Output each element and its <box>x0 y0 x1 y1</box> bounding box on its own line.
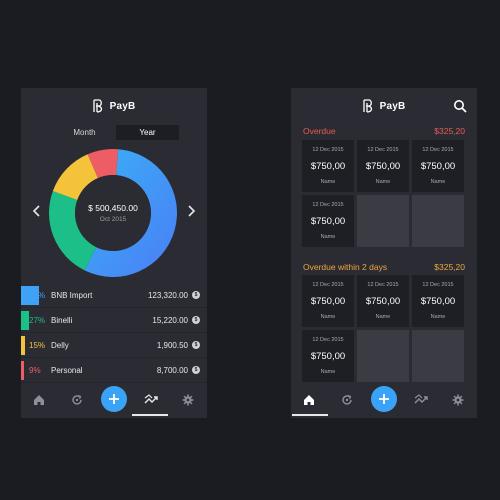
period-toggle: Month Year <box>53 125 179 140</box>
add-button[interactable] <box>371 386 397 412</box>
category-row[interactable]: 15% Delly 1,900.50 $ <box>21 333 207 358</box>
tile-amount: $750,00 <box>420 296 456 307</box>
tile-amount: $750,00 <box>365 296 401 307</box>
bottom-nav <box>21 382 207 418</box>
category-amount: 8,700.00 <box>156 365 188 375</box>
overdue-soon-header: Overdue within 2 days $325,20 <box>303 262 465 272</box>
tile-name: Name <box>320 179 336 185</box>
category-amount: 1,900.50 <box>156 340 188 350</box>
coin-icon: $ <box>192 316 200 324</box>
payment-tile[interactable]: 12 Dec 2015 $750,00 Name <box>302 140 354 192</box>
tile-amount: $750,00 <box>310 351 346 362</box>
category-amount: 15,220.00 <box>152 315 188 325</box>
payb-logo-icon <box>92 99 102 113</box>
total-amount: $ 500,450.00 <box>88 203 138 213</box>
overdue-tiles: 12 Dec 2015 $750,00 Name 12 Dec 2015 $75… <box>302 140 464 247</box>
settings-icon[interactable] <box>178 390 198 410</box>
home-icon[interactable] <box>29 390 49 410</box>
section-title: Overdue within 2 days <box>303 262 388 272</box>
payment-tile[interactable]: 12 Dec 2015 $750,00 Name <box>302 275 354 327</box>
brand-header: PayB <box>291 98 477 114</box>
tile-date: 12 Dec 2015 <box>312 337 344 343</box>
category-amount: 123,320.00 <box>147 290 188 300</box>
category-percent: 27% <box>29 315 46 325</box>
category-list: 65% BNB Import 123,320.00 $ 27% Binelli … <box>21 283 207 383</box>
category-row[interactable]: 9% Personal 8,700.00 $ <box>21 358 207 383</box>
category-name: Delly <box>51 340 69 350</box>
brand-header: PayB <box>21 98 207 114</box>
payment-tile[interactable]: 12 Dec 2015 $750,00 Name <box>302 195 354 247</box>
empty-tile <box>412 195 464 247</box>
payment-tile[interactable]: 12 Dec 2015 $750,00 Name <box>302 330 354 382</box>
payment-tile[interactable]: 12 Dec 2015 $750,00 Name <box>412 275 464 327</box>
chevron-right-icon[interactable] <box>185 204 197 218</box>
home-icon[interactable] <box>299 390 319 410</box>
active-tab-indicator <box>292 414 328 416</box>
tile-date: 12 Dec 2015 <box>367 282 399 288</box>
section-total: $325,20 <box>434 126 465 136</box>
tile-name: Name <box>375 314 391 320</box>
tile-name: Name <box>375 179 391 185</box>
donut-center: $ 500,450.00 Oct 2015 <box>48 148 178 278</box>
tile-date: 12 Dec 2015 <box>312 282 344 288</box>
period-month-tab[interactable]: Month <box>53 125 116 140</box>
active-tab-indicator <box>132 414 168 416</box>
payb-logo-icon <box>362 99 372 113</box>
tile-date: 12 Dec 2015 <box>422 147 454 153</box>
overdue-header: Overdue $325,20 <box>303 126 465 136</box>
section-total: $325,20 <box>434 262 465 272</box>
add-button[interactable] <box>101 386 127 412</box>
category-name: Binelli <box>51 315 73 325</box>
category-row[interactable]: 27% Binelli 15,220.00 $ <box>21 308 207 333</box>
section-title: Overdue <box>303 126 336 136</box>
payments-screen: PayB Overdue $325,20 12 Dec 2015 $750,00… <box>291 88 477 418</box>
category-percent: 9% <box>29 365 41 375</box>
refresh-icon[interactable] <box>337 390 357 410</box>
settings-icon[interactable] <box>448 390 468 410</box>
add-icon <box>109 394 119 404</box>
empty-tile <box>357 330 409 382</box>
payment-tile[interactable]: 12 Dec 2015 $750,00 Name <box>357 275 409 327</box>
tile-date: 12 Dec 2015 <box>367 147 399 153</box>
chart-icon[interactable] <box>141 390 161 410</box>
chart-icon[interactable] <box>411 390 431 410</box>
brand-name: PayB <box>109 100 136 112</box>
donut-chart: $ 500,450.00 Oct 2015 <box>48 148 178 278</box>
total-date: Oct 2015 <box>99 216 127 223</box>
tile-date: 12 Dec 2015 <box>422 282 454 288</box>
tile-amount: $750,00 <box>310 161 346 172</box>
coin-icon: $ <box>192 291 200 299</box>
empty-tile <box>357 195 409 247</box>
tile-amount: $750,00 <box>365 161 401 172</box>
tile-name: Name <box>320 369 336 375</box>
tile-date: 12 Dec 2015 <box>312 147 344 153</box>
category-name: Personal <box>51 365 83 375</box>
empty-tile <box>412 330 464 382</box>
tile-date: 12 Dec 2015 <box>312 202 344 208</box>
tile-name: Name <box>320 314 336 320</box>
tile-name: Name <box>430 179 446 185</box>
dashboard-screen: PayB Month Year $ 500,450.00 Oct 2015 65… <box>21 88 207 418</box>
tile-amount: $750,00 <box>310 296 346 307</box>
tile-amount: $750,00 <box>420 161 456 172</box>
category-name: BNB Import <box>51 290 93 300</box>
refresh-icon[interactable] <box>67 390 87 410</box>
search-icon[interactable] <box>453 99 467 113</box>
category-percent: 65% <box>29 290 46 300</box>
coin-icon: $ <box>192 341 200 349</box>
category-row[interactable]: 65% BNB Import 123,320.00 $ <box>21 283 207 308</box>
coin-icon: $ <box>192 366 200 374</box>
period-year-tab[interactable]: Year <box>116 125 179 140</box>
chevron-left-icon[interactable] <box>31 204 43 218</box>
bottom-nav <box>291 382 477 418</box>
brand-name: PayB <box>379 100 406 112</box>
category-percent: 15% <box>29 340 46 350</box>
payment-tile[interactable]: 12 Dec 2015 $750,00 Name <box>357 140 409 192</box>
add-icon <box>379 394 389 404</box>
payment-tile[interactable]: 12 Dec 2015 $750,00 Name <box>412 140 464 192</box>
tile-name: Name <box>430 314 446 320</box>
tile-name: Name <box>320 234 336 240</box>
overdue-soon-tiles: 12 Dec 2015 $750,00 Name 12 Dec 2015 $75… <box>302 275 464 382</box>
tile-amount: $750,00 <box>310 216 346 227</box>
